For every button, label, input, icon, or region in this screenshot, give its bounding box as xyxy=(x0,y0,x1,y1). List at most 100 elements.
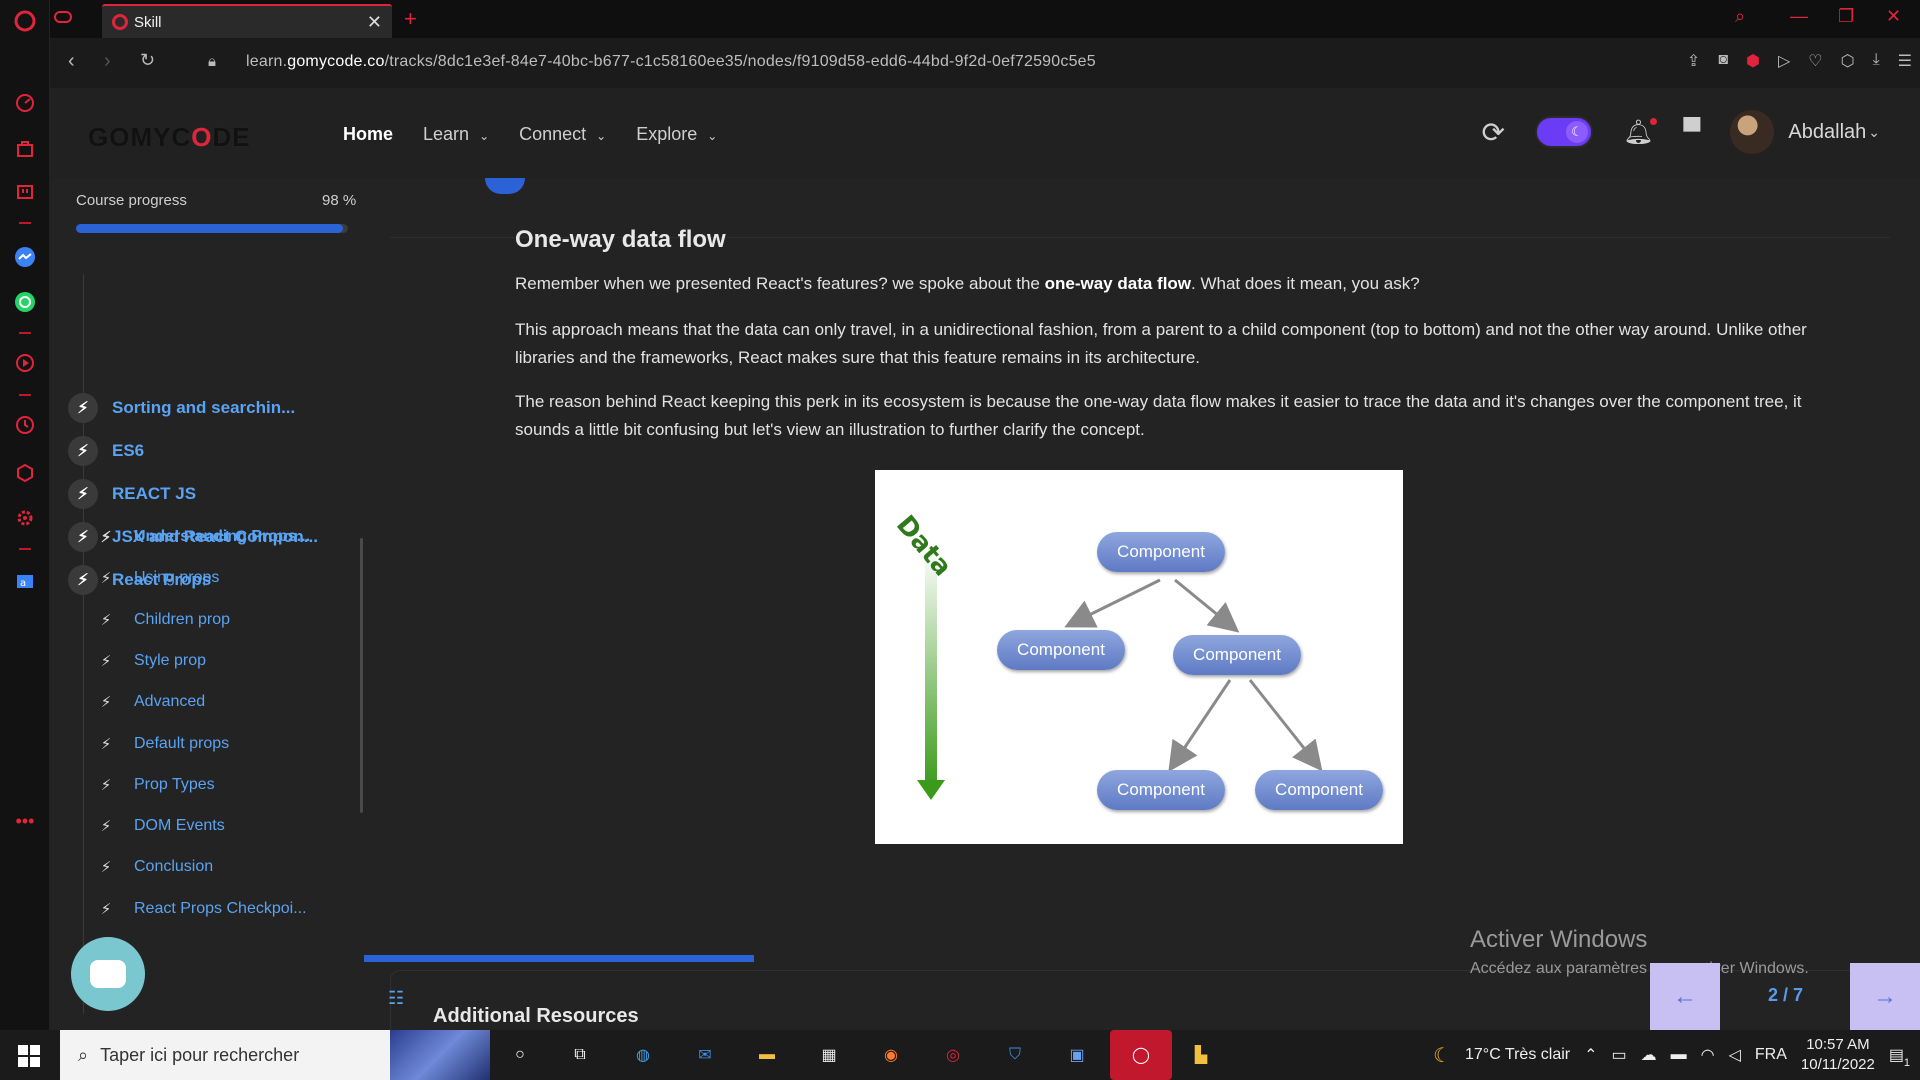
windows-start-icon[interactable] xyxy=(18,1045,40,1067)
p1-text: Remember when we presented React's featu… xyxy=(515,274,1045,293)
chat-support-button[interactable] xyxy=(71,937,145,1011)
sidebar-chapter-label: Sorting and searchin... xyxy=(112,398,296,417)
sidebar-lesson[interactable]: ⚡︎ Advanced xyxy=(98,693,205,711)
close-window-icon[interactable]: ✕ xyxy=(1886,6,1901,27)
sidebar-lesson[interactable]: ⚡︎ DOM Events xyxy=(98,817,225,835)
twitch-icon[interactable] xyxy=(12,180,38,206)
bookmark-heart-icon[interactable]: ♡ xyxy=(1808,51,1822,71)
notifications-bell-icon[interactable]: 🔔︎ xyxy=(1623,117,1658,147)
minimize-icon[interactable]: — xyxy=(1790,6,1808,27)
table-of-contents-icon[interactable]: ☷ xyxy=(388,988,404,1009)
sidebar-lesson[interactable]: ⚡︎ Children prop xyxy=(98,611,230,629)
extensions-cube-icon[interactable]: ⬡ xyxy=(1841,51,1855,71)
dark-mode-toggle[interactable]: ☾ xyxy=(1534,116,1593,148)
sidebar-separator xyxy=(19,222,31,224)
opera-taskbar-icon[interactable]: ◯ xyxy=(1110,1030,1172,1080)
url-field[interactable]: learn.gomycode.co/tracks/8dc1e3ef-84e7-4… xyxy=(246,53,1096,71)
forward-icon[interactable]: › xyxy=(104,50,111,73)
downloads-icon[interactable]: ⤓ xyxy=(1873,51,1880,71)
settings-gear-icon[interactable] xyxy=(12,505,38,531)
player-icon[interactable] xyxy=(12,350,38,376)
lightning-icon: ⚡︎ xyxy=(68,565,98,595)
sidebar-chapter[interactable]: ⚡︎ Sorting and searchin... xyxy=(68,393,295,423)
battery-icon[interactable]: ▬ xyxy=(1671,1046,1687,1064)
sidebar-lesson[interactable]: ⚡︎ Style prop xyxy=(98,652,206,670)
easy-setup-icon[interactable]: ☰ xyxy=(1898,51,1912,71)
file-explorer-icon[interactable]: ▬ xyxy=(752,1041,782,1069)
sidebar-lesson[interactable]: ⚡︎ Prop Types xyxy=(98,776,215,794)
nav-home[interactable]: Home xyxy=(343,124,393,145)
notif-count: 1 xyxy=(1903,1057,1910,1069)
folder-icon[interactable]: ▙ xyxy=(1186,1041,1216,1069)
lightning-icon: ⚡︎ xyxy=(100,570,112,588)
previous-page-button[interactable]: ← xyxy=(1650,963,1720,1030)
volume-icon[interactable]: ◁ xyxy=(1729,1045,1741,1065)
reload-icon[interactable]: ↻ xyxy=(140,50,155,71)
chevron-down-icon: ⌄ xyxy=(707,129,718,143)
lesson-content: One-way data flow Remember when we prese… xyxy=(390,178,1910,1040)
notifications-center-icon[interactable]: ▤ 1 xyxy=(1889,1045,1910,1069)
sidebar-lesson-label: Style prop xyxy=(134,651,207,669)
sidebar-lesson[interactable]: ⚡︎ Understanding Props... xyxy=(98,528,310,546)
sidebar-chapter[interactable]: ⚡︎ ES6 xyxy=(68,436,144,466)
nav-explore[interactable]: Explore ⌄ xyxy=(636,124,717,145)
edge-icon[interactable]: ◍ xyxy=(628,1041,658,1069)
sidebar-separator xyxy=(19,332,31,334)
speed-dial-icon[interactable] xyxy=(12,90,38,116)
whatsapp-icon[interactable] xyxy=(12,289,38,315)
translate-app-icon[interactable]: a xyxy=(12,568,38,594)
snapshot-camera-icon[interactable]: ◙ xyxy=(1718,51,1728,71)
share-icon[interactable]: ⇪ xyxy=(1687,51,1700,71)
nav-learn[interactable]: Learn ⌄ xyxy=(423,124,489,145)
user-menu[interactable]: Abdallah ⌄ xyxy=(1730,110,1880,154)
opera-gx-icon[interactable]: ◎ xyxy=(938,1041,968,1069)
onedrive-icon[interactable]: ☁ xyxy=(1641,1045,1657,1065)
new-tab-icon[interactable]: + xyxy=(404,6,417,32)
sidebar-lesson[interactable]: ⚡︎ React Props Checkpoi... xyxy=(98,900,307,918)
shopping-icon[interactable] xyxy=(12,136,38,162)
security-shield-icon[interactable]: ⛉ xyxy=(1000,1041,1030,1069)
teams-icon[interactable]: ▣ xyxy=(1062,1041,1092,1069)
wifi-icon[interactable]: ◠ xyxy=(1701,1045,1715,1065)
adblock-shield-icon[interactable]: ⬢ xyxy=(1746,51,1760,71)
workspace-gamepad-icon[interactable] xyxy=(54,10,72,29)
task-view-icon[interactable]: ⧉ xyxy=(565,1041,595,1069)
lightning-icon: ⚡︎ xyxy=(68,393,98,423)
language-indicator[interactable]: FRA xyxy=(1755,1046,1787,1064)
one-way-data-flow-diagram: Data Component Component Component Compo… xyxy=(875,470,1403,844)
sidebar-lesson-label: React Props Checkpoi... xyxy=(134,899,307,917)
cortana-icon[interactable]: ○ xyxy=(505,1041,535,1069)
weather-text[interactable]: 17°C Très clair xyxy=(1465,1046,1570,1064)
back-icon[interactable]: ‹ xyxy=(68,50,75,73)
tab-skill[interactable]: Skill ✕ xyxy=(102,4,392,38)
sidebar-chapter[interactable]: ⚡︎ REACT JS xyxy=(68,479,196,509)
nav-connect[interactable]: Connect ⌄ xyxy=(519,124,606,145)
mail-icon[interactable]: ✉ xyxy=(690,1041,720,1069)
sidebar-lesson[interactable]: ⚡︎ Conclusion xyxy=(98,858,213,876)
firefox-icon[interactable]: ◉ xyxy=(876,1041,906,1069)
search-tabs-icon[interactable]: ⌕ xyxy=(1735,6,1745,27)
refresh-icon[interactable]: ⟳ xyxy=(1481,116,1504,149)
more-dots-icon[interactable]: ••• xyxy=(12,808,38,834)
header-actions: ⟳ ☾ 🔔︎ ▀ Abdallah ⌄ xyxy=(1481,110,1880,154)
messages-icon[interactable]: ▀ xyxy=(1683,118,1700,146)
extensions-icon[interactable] xyxy=(12,460,38,486)
sidebar-lesson[interactable]: ⚡︎ Default props xyxy=(98,735,229,753)
meet-now-icon[interactable]: ▭ xyxy=(1612,1045,1627,1065)
microsoft-store-icon[interactable]: ▦ xyxy=(814,1041,844,1069)
sidebar-scrollbar[interactable] xyxy=(360,538,363,813)
clock[interactable]: 10:57 AM 10/11/2022 xyxy=(1801,1035,1875,1075)
messenger-icon[interactable] xyxy=(12,244,38,270)
restore-icon[interactable]: ❐ xyxy=(1838,6,1854,27)
close-tab-icon[interactable]: ✕ xyxy=(367,12,382,33)
opera-menu-icon[interactable] xyxy=(12,8,38,34)
history-icon[interactable] xyxy=(12,412,38,438)
taskbar-search[interactable]: ⌕ Taper ici pour rechercher xyxy=(60,1030,490,1080)
tab-title: Skill xyxy=(134,13,162,31)
sidebar-lesson[interactable]: ⚡︎ Using props xyxy=(98,569,220,588)
chevron-up-icon[interactable]: ⌃ xyxy=(1584,1045,1597,1065)
flow-send-icon[interactable]: ▷ xyxy=(1778,51,1790,71)
gomycode-logo[interactable]: GOMYCODE xyxy=(88,122,251,153)
moon-icon: ☾ xyxy=(1565,121,1588,143)
next-page-button[interactable]: → xyxy=(1850,963,1920,1030)
